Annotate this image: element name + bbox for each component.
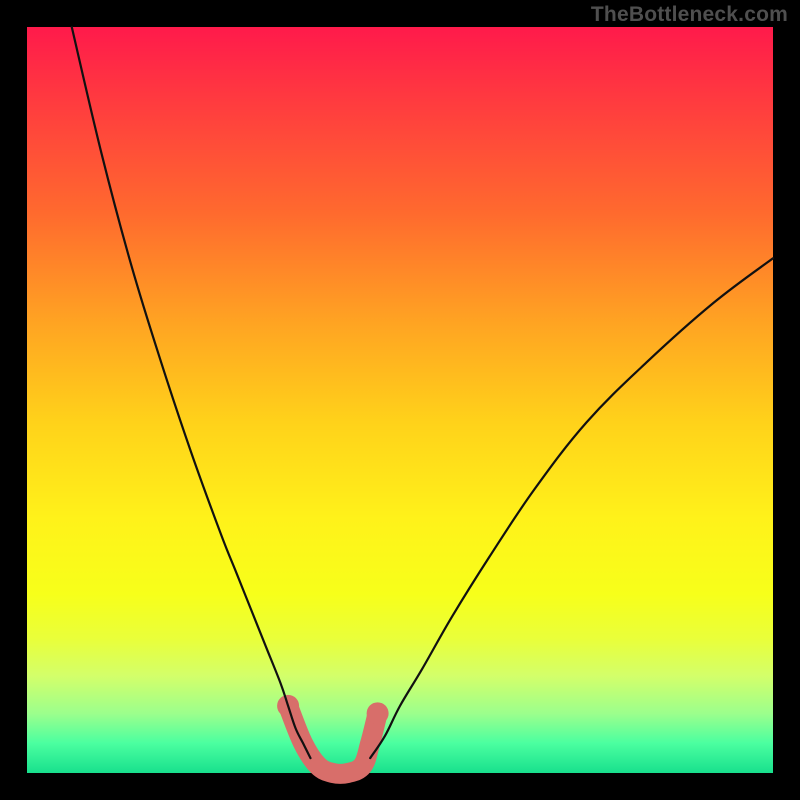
chart-series-right-curve — [370, 258, 773, 758]
chart-series-left-curve — [72, 27, 311, 758]
chart-stage: TheBottleneck.com — [0, 0, 800, 800]
watermark-text: TheBottleneck.com — [591, 3, 788, 27]
chart-svg — [27, 27, 773, 773]
plot-area — [27, 27, 773, 773]
highlight-dot-end — [367, 702, 389, 724]
